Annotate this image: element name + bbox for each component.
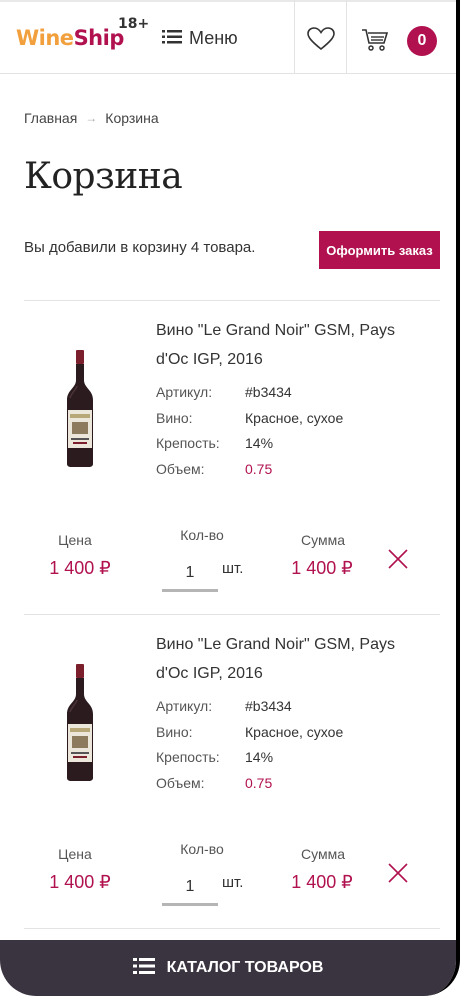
quantity-label: Кол-во: [180, 841, 224, 857]
property-value: 14%: [245, 749, 274, 765]
price-label: Цена: [58, 846, 92, 862]
logo-ship-text: Ship: [73, 26, 125, 50]
cart-item: Вино "Le Grand Noir" GSM, Pays d'Oc IGP,…: [0, 300, 456, 614]
breadcrumb-home-link[interactable]: Главная: [24, 110, 77, 126]
price-label: Цена: [58, 532, 92, 548]
property-key: Объем:: [156, 774, 205, 791]
property-row: Объем: 0.75: [156, 771, 343, 797]
cart-count-badge[interactable]: 0: [407, 26, 437, 56]
property-row: Артикул: #b3434: [156, 380, 343, 406]
quantity-label: Кол-во: [180, 527, 224, 543]
breadcrumb-arrow-icon: →: [85, 111, 98, 125]
menu-icon: [162, 28, 182, 49]
quantity-unit: шт.: [222, 874, 244, 891]
catalog-button[interactable]: КАТАЛОГ ТОВАРОВ: [0, 940, 456, 996]
product-name-link[interactable]: Вино "Le Grand Noir" GSM, Pays d'Oc IGP,…: [156, 316, 426, 374]
quantity-unit: шт.: [222, 560, 244, 577]
page: WineShip 18+ Меню 0 Главная → Корзина Ко…: [0, 0, 460, 996]
favorites-heart-icon[interactable]: [307, 27, 335, 56]
price-value: 1 400 ₽: [49, 872, 111, 892]
property-key: Крепость:: [156, 435, 220, 451]
logo-wine-text: Wine: [16, 26, 74, 50]
sum-value: 1 400 ₽: [291, 558, 353, 578]
product-properties: Артикул: #b3434 Вино: Красное, сухое Крепо…: [156, 380, 343, 482]
catalog-menu-icon: [132, 957, 155, 979]
cart-item: Вино "Le Grand Noir" GSM, Pays d'Oc IGP,…: [0, 614, 456, 928]
property-value: #b3434: [245, 384, 292, 400]
property-key: Крепость:: [156, 749, 220, 765]
header-divider: [294, 0, 295, 74]
header-divider: [346, 0, 347, 74]
property-key: Артикул:: [156, 698, 213, 714]
divider: [24, 928, 440, 929]
quantity-input[interactable]: 1: [162, 870, 218, 906]
property-value: 14%: [245, 435, 274, 451]
menu-label: Меню: [189, 28, 238, 48]
logo[interactable]: WineShip: [16, 26, 124, 50]
sum-label: Сумма: [301, 846, 345, 862]
page-title: Корзина: [24, 156, 183, 197]
property-row: Артикул: #b3434: [156, 694, 343, 720]
wine-bottle-image[interactable]: [64, 350, 96, 473]
price-value: 1 400 ₽: [49, 558, 111, 578]
breadcrumb-current: Корзина: [105, 110, 159, 126]
property-key: Объем:: [156, 460, 205, 477]
wine-bottle-image[interactable]: [64, 664, 96, 787]
property-key: Артикул:: [156, 384, 213, 400]
property-row: Объем: 0.75: [156, 457, 343, 483]
remove-item-close-icon[interactable]: [387, 548, 409, 570]
property-row: Крепость: 14%: [156, 745, 343, 771]
property-value: Красное, сухое: [245, 723, 344, 740]
site-header: WineShip 18+ Меню 0: [0, 0, 456, 74]
property-value: 0.75: [245, 460, 273, 477]
product-name-link[interactable]: Вино "Le Grand Noir" GSM, Pays d'Oc IGP,…: [156, 630, 426, 688]
property-row: Крепость: 14%: [156, 431, 343, 457]
property-row: Вино: Красное, сухое: [156, 406, 343, 432]
checkout-button[interactable]: Оформить заказ: [319, 231, 440, 269]
remove-item-close-icon[interactable]: [387, 862, 409, 884]
property-key: Вино:: [156, 409, 193, 426]
property-key: Вино:: [156, 723, 193, 740]
breadcrumb: Главная → Корзина: [24, 110, 159, 126]
property-value: Красное, сухое: [245, 409, 344, 426]
age-badge: 18+: [118, 16, 150, 32]
menu-button[interactable]: Меню: [162, 28, 238, 49]
cart-summary-text: Вы добавили в корзину 4 товара.: [24, 239, 256, 256]
property-value: 0.75: [245, 774, 273, 791]
quantity-input[interactable]: 1: [162, 556, 218, 592]
property-value: #b3434: [245, 698, 292, 714]
cart-icon[interactable]: [361, 28, 389, 57]
property-row: Вино: Красное, сухое: [156, 720, 343, 746]
catalog-label: КАТАЛОГ ТОВАРОВ: [166, 959, 324, 976]
sum-label: Сумма: [301, 532, 345, 548]
sum-value: 1 400 ₽: [291, 872, 353, 892]
product-properties: Артикул: #b3434 Вино: Красное, сухое Крепо…: [156, 694, 343, 796]
